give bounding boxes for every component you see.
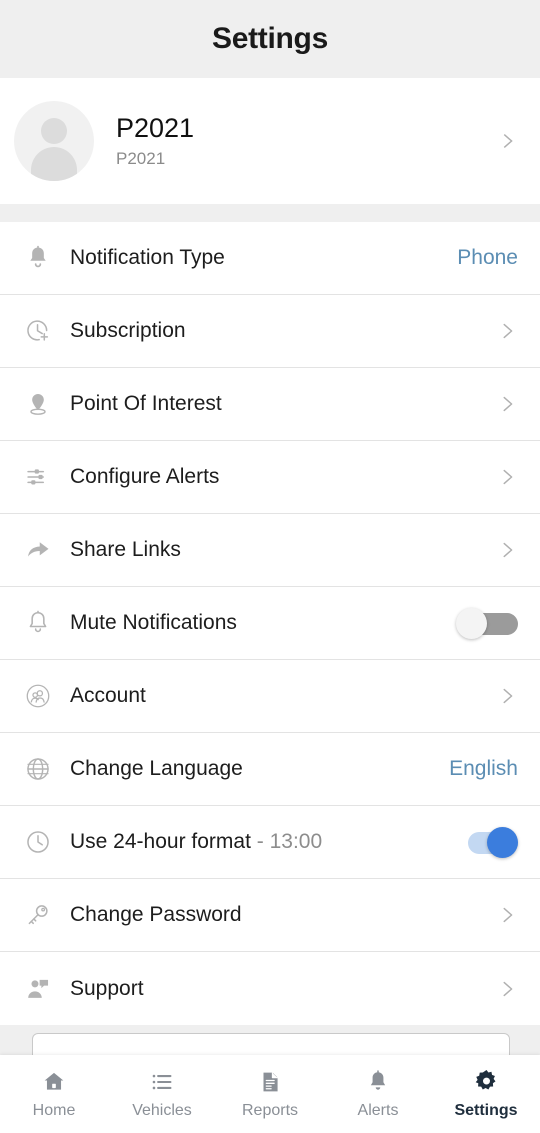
settings-row-subscription[interactable]: Subscription (0, 295, 540, 368)
page-title: Settings (212, 22, 328, 55)
bell-outline-icon (16, 609, 60, 637)
settings-row-label: Use 24-hour format - 13:00 (70, 830, 323, 853)
profile-text: P2021 P2021 (116, 113, 496, 168)
settings-row-label: Share Links (70, 538, 181, 561)
settings-row-label: Support (70, 976, 144, 1000)
settings-row-label: Subscription (70, 319, 186, 342)
chevron-right-icon (503, 134, 513, 148)
chevron-right-icon (503, 907, 513, 923)
settings-row-label: Notification Type (70, 246, 225, 269)
chevron-right-icon (503, 688, 513, 704)
nav-item-label: Settings (454, 1101, 518, 1119)
section-divider (0, 204, 540, 222)
settings-row-label-suffix: - 13:00 (250, 830, 323, 853)
clock-icon (16, 828, 60, 856)
nav-item-home[interactable]: Home (0, 1069, 108, 1120)
nav-item-reports[interactable]: Reports (216, 1069, 324, 1120)
settings-row-use-24-hour-format[interactable]: Use 24-hour format - 13:00 (0, 806, 540, 879)
toggle-switch[interactable] (452, 827, 518, 858)
nav-item-label: Alerts (357, 1101, 399, 1119)
settings-row-mute-notifications[interactable]: Mute Notifications (0, 587, 540, 660)
bell-filled-icon (16, 244, 60, 272)
people-circle-icon (16, 682, 60, 710)
settings-row-notification-type[interactable]: Notification Type Phone (0, 222, 540, 295)
support-agent-icon (16, 975, 60, 1003)
settings-row-change-language[interactable]: Change Language English (0, 733, 540, 806)
nav-item-label: Reports (241, 1101, 299, 1119)
settings-list: Notification Type Phone Subscription Point … (0, 222, 540, 1025)
settings-row-label: Account (70, 684, 146, 707)
settings-row-configure-alerts[interactable]: Configure Alerts (0, 441, 540, 514)
nav-item-vehicles[interactable]: Vehicles (108, 1069, 216, 1120)
chevron-right-icon (503, 542, 513, 558)
settings-row-value[interactable]: Phone (457, 246, 518, 270)
chevron-right-icon (503, 981, 513, 996)
toggle-switch[interactable] (452, 608, 518, 639)
nav-item-label: Home (32, 1101, 76, 1119)
settings-screen: Settings P2021 P2021 Notification Type Ph… (0, 0, 540, 1133)
list-icon (149, 1069, 175, 1095)
settings-row-account[interactable]: Account (0, 660, 540, 733)
settings-row-support[interactable]: Support (0, 952, 540, 1025)
profile-subtitle: P2021 (116, 148, 166, 168)
settings-row-label: Mute Notifications (70, 611, 237, 634)
chevron-right-icon (503, 396, 513, 412)
share-arrow-icon (16, 536, 60, 564)
bottom-navigation-bar: Home Vehicles Reports Alerts Settings (0, 1055, 540, 1133)
nav-item-alerts[interactable]: Alerts (324, 1069, 432, 1120)
settings-row-value[interactable]: English (449, 757, 518, 781)
document-icon (257, 1069, 283, 1095)
settings-row-label: Configure Alerts (70, 465, 220, 488)
clock-plus-icon (16, 317, 60, 345)
nav-item-label: Vehicles (132, 1101, 192, 1119)
toggle-knob (487, 827, 518, 858)
nav-item-settings[interactable]: Settings (432, 1069, 540, 1120)
toggle-knob (456, 608, 487, 639)
gear-icon (473, 1069, 500, 1095)
person-avatar-icon (14, 101, 94, 181)
key-icon (16, 901, 60, 929)
profile-row[interactable]: P2021 P2021 (0, 78, 540, 204)
chevron-right-icon (503, 469, 513, 485)
settings-row-label: Point Of Interest (70, 392, 222, 415)
settings-row-label: Change Language (70, 757, 243, 780)
home-icon (41, 1069, 67, 1095)
settings-row-change-password[interactable]: Change Password (0, 879, 540, 952)
profile-name: P2021 (116, 113, 195, 144)
globe-icon (16, 755, 60, 783)
location-pin-icon (16, 390, 60, 418)
header-bar: Settings (0, 0, 540, 78)
settings-row-label: Change Password (70, 903, 242, 926)
bell-icon (365, 1069, 391, 1095)
settings-row-share-links[interactable]: Share Links (0, 514, 540, 587)
settings-row-point-of-interest[interactable]: Point Of Interest (0, 368, 540, 441)
sliders-icon (16, 463, 60, 491)
chevron-right-icon (503, 323, 513, 339)
